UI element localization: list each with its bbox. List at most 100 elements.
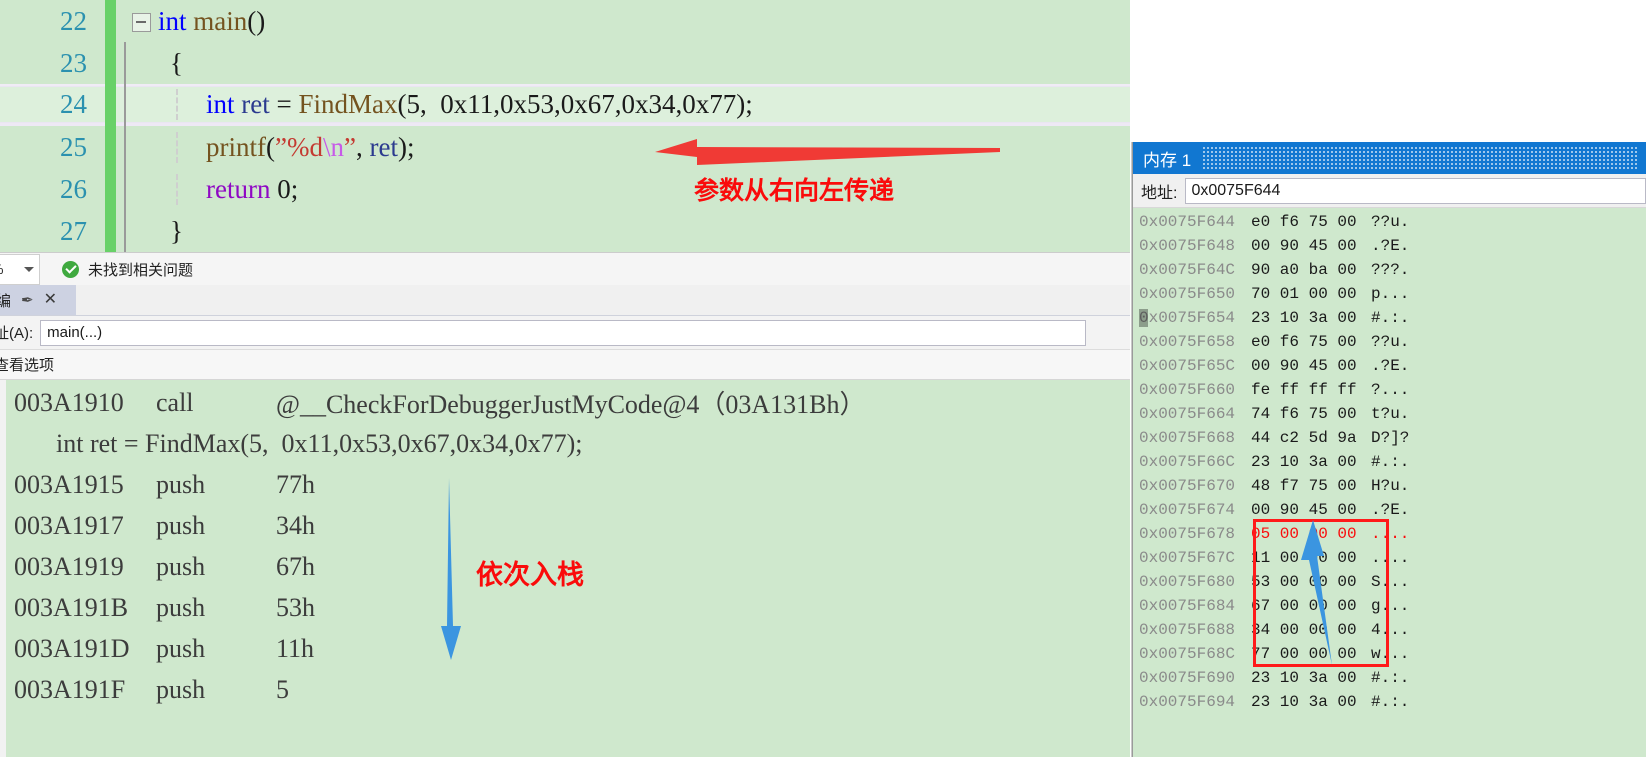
memory-row[interactable]: 0x0075F654 23 10 3a 00 #.:. [1133,306,1646,330]
disassembly-window: 编 ✒ ✕ 址(A): main(...) 查看选项 003A1910 call @… [0,285,1130,757]
zoom-level-dropdown[interactable]: % [0,253,40,285]
memory-ascii: w... [1371,645,1410,663]
instruction-address: 003A1915 [14,469,124,499]
chevron-down-icon [24,266,34,272]
memory-ascii: .... [1371,525,1410,543]
memory-row[interactable]: 0x0075F690 23 10 3a 00 #.:. [1133,666,1646,690]
disassembly-instruction-row[interactable]: 003A191F push 5 [6,669,1130,710]
indent-guide [176,89,178,120]
instruction-mnemonic: push [156,633,206,663]
code-tokens: int main() [136,6,265,36]
instruction-address: 003A191B [14,592,129,622]
address-input[interactable]: main(...) [40,319,1087,346]
instruction-mnemonic: call [156,387,194,417]
disassembly-instruction-row[interactable]: 003A1915 push 77h [6,464,1130,505]
memory-row[interactable]: 0x0075F66C 23 10 3a 00 #.:. [1133,450,1646,474]
fold-gutter [116,168,136,210]
memory-hex-bytes: 48 f7 75 00 [1251,477,1357,495]
code-line[interactable]: 24 int ret = FindMax(5, 0x11,0x53,0x67,0x… [0,83,1130,126]
memory-ascii: H?u. [1371,477,1410,495]
memory-row[interactable]: 0x0075F688 34 00 00 00 4... [1133,618,1646,642]
code-text: int main() [132,6,1130,37]
instruction-operand: 77h [276,469,315,499]
memory-row[interactable]: 0x0075F658 e0 f6 75 00 ??u. [1133,330,1646,354]
disassembly-address-row: 址(A): main(...) [0,316,1130,350]
memory-address: 0x0075F660 [1139,381,1236,399]
memory-row[interactable]: 0x0075F684 67 00 00 00 g... [1133,594,1646,618]
memory-row[interactable]: 0x0075F670 48 f7 75 00 H?u. [1133,474,1646,498]
memory-row[interactable]: 0x0075F644 e0 f6 75 00 ??u. [1133,210,1646,234]
code-line[interactable]: 27} [0,210,1130,252]
status-message: 未找到相关问题 [88,261,194,279]
instruction-mnemonic: push [156,469,206,499]
view-options-row[interactable]: 查看选项 [0,350,1130,380]
memory-ascii: .... [1371,549,1410,567]
disassembly-instruction-row[interactable]: 003A191B push 53h [6,587,1130,628]
scope-guide-line [124,210,126,252]
memory-row[interactable]: 0x0075F67C 11 00 00 00.... [1133,546,1646,570]
memory-address: 0x0075F66C [1139,453,1236,471]
code-token: (5, 0x11,0x53,0x67,0x34,0x77); [397,89,753,119]
code-text: return 0; [136,173,1130,205]
memory-address: 0x0075F670 [1139,477,1236,495]
memory-ascii: #.:. [1371,453,1410,471]
memory-row[interactable]: 0x0075F678 05 00 00 00.... [1133,522,1646,546]
code-token: ret [369,131,398,162]
memory-ascii: t?u. [1371,405,1410,423]
code-token: ” [344,131,356,162]
memory-row[interactable]: 0x0075F65C 00 90 45 00 .?E. [1133,354,1646,378]
disassembly-instruction-row[interactable]: 003A191D push 11h [6,628,1130,669]
text-cursor [1139,309,1148,327]
tab-disassembly[interactable]: 编 ✒ ✕ [0,285,76,315]
instruction-address: 003A191F [14,674,126,704]
memory-row[interactable]: 0x0075F660 fe ff ff ff?... [1133,378,1646,402]
code-token: int [206,89,235,119]
code-token: () [247,5,266,36]
scope-guide-line [124,83,126,126]
memory-panel-title-bar[interactable]: 内存 1 [1133,142,1646,174]
code-tokens: { [136,48,183,78]
scope-guide-line [124,168,126,210]
code-tokens: int ret = FindMax(5, 0x11,0x53,0x67,0x34… [136,89,753,119]
memory-row[interactable]: 0x0075F68C 77 00 00 00 w... [1133,642,1646,666]
push-order-annotation: 依次入栈 [476,560,584,591]
disassembly-source-line: int ret = FindMax(5, 0x11,0x53,0x67,0x34… [56,428,583,458]
collapse-region-icon[interactable] [132,12,151,32]
memory-row[interactable]: 0x0075F650 70 01 00 00 p... [1133,282,1646,306]
memory-hex-bytes: 23 10 3a 00 [1251,309,1357,327]
code-editor[interactable]: 22 int main() 23 {24 int ret = FindMax(5, 0x… [0,0,1130,252]
code-token: ( [266,131,275,162]
memory-address: 0x0075F678 [1139,525,1236,543]
view-options-label: 查看选项 [0,357,55,374]
line-number: 23 [60,47,87,78]
code-line[interactable]: 22 int main() [0,0,1130,42]
instruction-operand: 34h [276,510,315,540]
memory-hex-bytes: e0 f6 75 00 [1251,213,1357,231]
code-token: int [158,5,187,36]
memory-row-list: 0x0075F644 e0 f6 75 00 ??u. 0x0075F648 00 90… [1133,210,1646,714]
stack-memory-link-arrow [1301,520,1332,665]
change-bar-indicator [105,0,116,42]
memory-row[interactable]: 0x0075F64C 90 a0 ba 00???. [1133,258,1646,282]
close-icon[interactable]: ✕ [44,292,57,308]
pin-icon[interactable]: ✒ [21,293,34,308]
memory-row[interactable]: 0x0075F680 53 00 00 00 S... [1133,570,1646,594]
memory-address-input[interactable]: 0x0075F644 [1185,177,1646,204]
scope-guide-line [124,126,126,168]
memory-address-row: 地址: 0x0075F644 [1133,174,1646,208]
memory-address: 0x0075F674 [1139,501,1236,519]
change-bar-indicator [105,210,116,252]
disassembly-instruction-row[interactable]: 003A1917 push 34h [6,505,1130,546]
drag-grip-icon[interactable] [1203,147,1638,169]
memory-row[interactable]: 0x0075F668 44 c2 5d 9a D?]? [1133,426,1646,450]
memory-dump[interactable]: 0x0075F644 e0 f6 75 00 ??u. 0x0075F648 00 90… [1133,208,1646,757]
memory-row[interactable]: 0x0075F664 74 f6 75 00 t?u. [1133,402,1646,426]
code-line[interactable]: 26 return 0; [0,168,1130,210]
code-tokens: return 0; [136,174,298,204]
memory-row[interactable]: 0x0075F648 00 90 45 00 .?E. [1133,234,1646,258]
memory-row[interactable]: 0x0075F674 00 90 45 00 .?E. [1133,498,1646,522]
code-line[interactable]: 23 { [0,42,1130,84]
memory-row[interactable]: 0x0075F694 23 10 3a 00 #.:. [1133,690,1646,714]
disassembly-instruction-row[interactable]: 003A1910 call @__CheckForDebuggerJustMyCod… [6,382,1130,423]
code-token: return [206,173,271,204]
